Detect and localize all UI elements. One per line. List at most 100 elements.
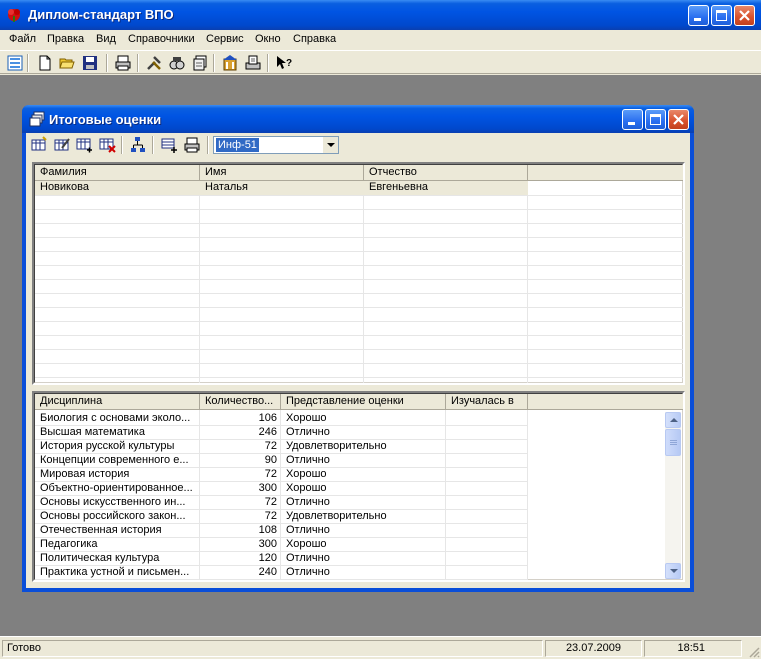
students-col-patronymic[interactable]: Отчество [364, 165, 528, 181]
print-icon[interactable] [183, 136, 201, 154]
table-row[interactable]: История русской культуры 72 Удовлетворител… [35, 440, 528, 454]
archive-icon[interactable] [244, 54, 262, 72]
grid-column-line [363, 181, 364, 383]
context-help-icon[interactable]: ? [275, 54, 293, 72]
grades-col-hours[interactable]: Количество... [200, 394, 281, 410]
grades-grid[interactable]: Дисциплина Количество... Представление о… [32, 391, 685, 582]
chevron-down-icon [670, 569, 678, 573]
grade-discipline: История русской культуры [40, 440, 175, 452]
documents-icon[interactable] [191, 54, 209, 72]
table-row[interactable]: Основы российского закон... 72 Удовлетвори… [35, 510, 528, 524]
delete-record-icon[interactable] [98, 136, 116, 154]
grades-col-discipline[interactable]: Дисциплина [35, 394, 200, 410]
resize-grip-icon[interactable] [748, 646, 760, 658]
grid-row-line [35, 349, 683, 350]
table-row[interactable]: Отечественная история 108 Отлично [35, 524, 528, 538]
grade-studied-in [446, 510, 528, 524]
close-icon [673, 114, 684, 125]
list-icon[interactable] [6, 54, 24, 72]
save-icon[interactable] [81, 54, 99, 72]
menu-edit[interactable]: Правка [47, 33, 84, 45]
grade-value: Хорошо [286, 538, 327, 550]
status-time: 18:51 [677, 642, 705, 654]
grade-discipline: Объектно-ориентированное... [40, 482, 193, 494]
grid-row-line [35, 279, 683, 280]
grade-studied-in [446, 496, 528, 510]
grade-studied-in [446, 412, 528, 426]
scroll-up-button[interactable] [665, 412, 681, 428]
grid-row-line [35, 363, 683, 364]
group-select-dropdown-button[interactable] [322, 137, 338, 153]
menu-references[interactable]: Справочники [128, 33, 195, 45]
grade-discipline: Политическая культура [40, 552, 160, 564]
menu-window[interactable]: Окно [255, 33, 281, 45]
students-col-extra [528, 165, 683, 181]
building-icon[interactable] [221, 54, 239, 72]
grade-hours: 108 [258, 524, 277, 536]
table-row[interactable]: Высшая математика 246 Отлично [35, 426, 528, 440]
child-minimize-button[interactable] [622, 109, 643, 130]
grades-col-studied-in[interactable]: Изучалась в [446, 394, 528, 410]
new-document-icon[interactable] [36, 54, 54, 72]
grade-hours: 72 [264, 496, 277, 508]
table-row[interactable]: Концепции современного е... 90 Отлично [35, 454, 528, 468]
grade-discipline: Основы искусственного ин... [40, 496, 186, 508]
child-maximize-button[interactable] [645, 109, 666, 130]
grades-col-grade[interactable]: Представление оценки [281, 394, 446, 410]
app-logo-icon [8, 9, 20, 22]
grade-value: Отлично [286, 496, 330, 508]
grade-discipline: Мировая история [40, 468, 130, 480]
print-icon[interactable] [114, 54, 132, 72]
menu-service[interactable]: Сервис [206, 33, 244, 45]
grades-window-title-bar[interactable]: Итоговые оценки [22, 105, 694, 133]
grid-row-line [35, 307, 683, 308]
grade-discipline: Высшая математика [40, 426, 145, 438]
grades-vertical-scrollbar[interactable] [665, 412, 681, 579]
close-button[interactable] [734, 5, 755, 26]
grid-row-line [35, 265, 683, 266]
scroll-thumb[interactable] [665, 429, 681, 456]
table-row[interactable]: Педагогика 300 Хорошо [35, 538, 528, 552]
grades-toolbar: Инф-51 [26, 133, 690, 157]
maximize-button[interactable] [711, 5, 732, 26]
minimize-button[interactable] [688, 5, 709, 26]
table-row[interactable]: Мировая история 72 Хорошо [35, 468, 528, 482]
group-select[interactable]: Инф-51 [213, 136, 339, 154]
grid-row-line [35, 251, 683, 252]
main-window: Диплом-стандарт ВПО Файл Правка Вид Спра… [0, 0, 761, 659]
grade-discipline: Практика устной и письмен... [40, 566, 190, 578]
table-row[interactable]: Политическая культура 120 Отлично [35, 552, 528, 566]
table-row[interactable]: Новикова Наталья Евгеньевна [35, 181, 528, 195]
grade-studied-in [446, 468, 528, 482]
students-col-firstname[interactable]: Имя [200, 165, 364, 181]
grid-row-line [35, 195, 683, 196]
menu-bar: Файл Правка Вид Справочники Сервис Окно … [0, 30, 761, 50]
table-row[interactable]: Биология с основами эколо... 106 Хорошо [35, 412, 528, 426]
grid-row-line [35, 237, 683, 238]
open-folder-icon[interactable] [58, 54, 76, 72]
add-record-icon[interactable] [30, 136, 48, 154]
menu-help[interactable]: Справка [293, 33, 336, 45]
table-row[interactable]: Основы искусственного ин... 72 Отлично [35, 496, 528, 510]
menu-view[interactable]: Вид [96, 33, 116, 45]
toolbar-separator [121, 136, 123, 154]
students-grid[interactable]: Фамилия Имя Отчество Новикова Наталья Ев… [32, 162, 685, 385]
tree-structure-icon[interactable] [129, 136, 147, 154]
app-title-bar[interactable]: Диплом-стандарт ВПО [0, 0, 761, 30]
grade-studied-in [446, 440, 528, 454]
grade-hours: 300 [258, 482, 277, 494]
table-row[interactable]: Практика устной и письмен... 240 Отлично [35, 566, 528, 580]
students-col-lastname[interactable]: Фамилия [35, 165, 200, 181]
insert-record-icon[interactable] [75, 136, 93, 154]
child-close-button[interactable] [668, 109, 689, 130]
table-row[interactable]: Объектно-ориентированное... 300 Хорошо [35, 482, 528, 496]
grade-discipline: Отечественная история [40, 524, 162, 536]
student-patronymic: Евгеньевна [369, 181, 429, 193]
menu-file[interactable]: Файл [9, 33, 36, 45]
edit-record-icon[interactable] [53, 136, 71, 154]
find-icon[interactable] [168, 54, 186, 72]
status-message: Готово [7, 642, 41, 654]
tools-icon[interactable] [145, 54, 163, 72]
scroll-down-button[interactable] [665, 563, 681, 579]
add-rows-icon[interactable] [160, 136, 178, 154]
